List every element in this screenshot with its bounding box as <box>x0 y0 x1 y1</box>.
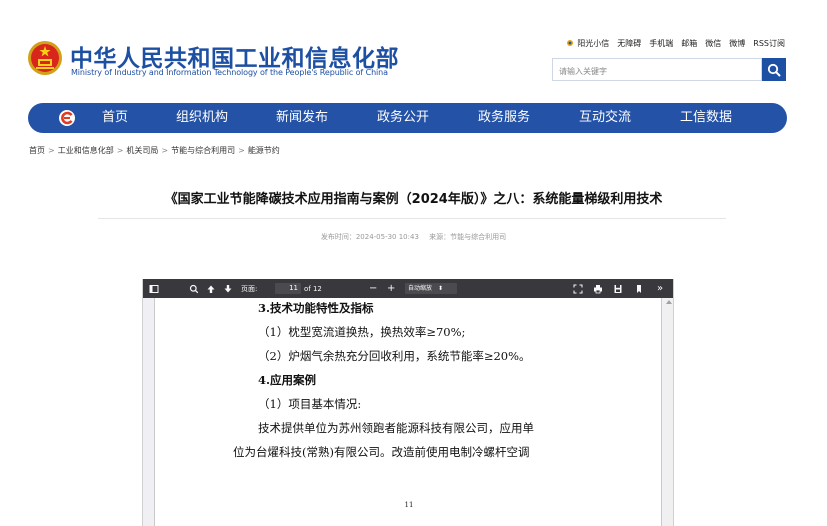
article-title: 《国家工业节能降碳技术应用指南与案例（2024年版）》之八：系统能量梯级利用技术 <box>164 192 663 207</box>
nav-item-data[interactable]: 工信数据 <box>680 103 732 133</box>
zoom-out-button[interactable]: − <box>369 279 377 298</box>
breadcrumb: 首页 > 工业和信息化部 > 机关司局 > 节能与综合利用司 > 能源节约 <box>29 145 280 156</box>
arrow-down-icon <box>224 284 232 292</box>
search-box <box>552 58 762 82</box>
breadcrumb-item[interactable]: 能源节约 <box>248 146 280 155</box>
print-icon <box>594 284 602 293</box>
article-meta: 发布时间：2024-05-30 10:43 来源：节能与综合利用司 <box>0 232 827 242</box>
breadcrumb-separator: > <box>238 146 245 155</box>
site-subtitle: Ministry of Industry and Information Tec… <box>71 68 388 77</box>
save-icon <box>614 284 622 293</box>
publish-time: 发布时间：2024-05-30 10:43 <box>320 233 419 241</box>
top-link-accessibility[interactable]: 无障碍 <box>617 38 641 49</box>
top-link-label: 阳光小信 <box>577 39 610 48</box>
pdf-heading: 3.技术功能特性及指标 <box>258 301 374 315</box>
nav-item-home[interactable]: 首页 <box>102 103 128 133</box>
search-input[interactable] <box>553 61 761 82</box>
page-number-field[interactable]: 11 <box>275 279 301 298</box>
nav-item-organization[interactable]: 组织机构 <box>176 103 228 133</box>
zoom-select-label: 自动缩放 <box>408 285 433 292</box>
chevron-down-icon: ⬍ <box>437 285 443 292</box>
page-total: of 12 <box>304 284 322 293</box>
pdf-page-number: 11 <box>404 501 414 509</box>
sun-icon <box>567 40 574 46</box>
top-link-sunshine[interactable]: 阳光小信 <box>566 38 609 49</box>
page-label: 页面: <box>241 284 258 293</box>
article-source: 来源：节能与综合利用司 <box>429 233 507 241</box>
bookmark-icon <box>637 284 641 293</box>
title-divider <box>98 218 726 219</box>
pdf-page: 3.技术功能特性及指标 （1）枕型宽流道换热，换热效率≥70%; （2）炉烟气余… <box>154 298 662 526</box>
top-link-mobile[interactable]: 手机端 <box>649 38 673 49</box>
sidebar-toggle-button[interactable] <box>149 279 159 298</box>
pdf-viewer: 页面: 11 of 12 − + 自动缩放 ⬍ » 3.技术功能特性及指标 （1… <box>142 279 674 526</box>
search-icon <box>767 63 781 76</box>
pdf-text-line: 技术提供单位为苏州领跑者能源科技有限公司，应用单 <box>258 421 534 435</box>
breadcrumb-item[interactable]: 工业和信息化部 <box>58 146 114 155</box>
breadcrumb-item[interactable]: 首页 <box>29 146 45 155</box>
previous-page-button[interactable] <box>206 279 216 298</box>
find-button[interactable] <box>189 279 199 298</box>
pdf-text-line: （1）项目基本情况: <box>258 397 362 411</box>
nav-item-government-services[interactable]: 政务服务 <box>478 103 530 133</box>
top-link-wechat[interactable]: 微信 <box>705 38 721 49</box>
pdf-heading: 4.应用案例 <box>258 373 317 387</box>
pdf-toolbar: 页面: 11 of 12 − + 自动缩放 ⬍ » <box>143 279 673 298</box>
top-link-rss[interactable]: RSS订阅 <box>753 38 785 49</box>
bookmark-button[interactable] <box>634 279 644 298</box>
top-link-weibo[interactable]: 微博 <box>729 38 745 49</box>
breadcrumb-item[interactable]: 机关司局 <box>126 146 158 155</box>
national-emblem-icon[interactable] <box>27 40 63 76</box>
fullscreen-icon <box>573 284 583 293</box>
breadcrumb-item[interactable]: 节能与综合利用司 <box>171 146 235 155</box>
ministry-logo-icon[interactable] <box>58 109 76 127</box>
site-header: 中华人民共和国工业和信息化部 Ministry of Industry and … <box>0 0 827 100</box>
top-link-mail[interactable]: 邮箱 <box>681 38 697 49</box>
zoom-in-button[interactable]: + <box>387 279 395 298</box>
breadcrumb-separator: > <box>161 146 169 155</box>
breadcrumb-separator: > <box>48 146 55 155</box>
zoom-select[interactable]: 自动缩放 ⬍ <box>405 279 457 298</box>
top-links: 阳光小信 无障碍 手机端 邮箱 微信 微博 RSS订阅 <box>566 38 785 49</box>
nav-item-government-affairs[interactable]: 政务公开 <box>377 103 429 133</box>
page-number-input[interactable]: 11 <box>275 283 301 294</box>
nav-item-interaction[interactable]: 互动交流 <box>579 103 631 133</box>
presentation-mode-button[interactable] <box>573 279 583 298</box>
pdf-scrollbar[interactable] <box>665 298 673 526</box>
nav-item-news[interactable]: 新闻发布 <box>276 103 328 133</box>
sidebar-icon <box>149 284 159 293</box>
tools-button[interactable]: » <box>657 279 663 298</box>
arrow-up-icon <box>207 285 215 293</box>
search-button[interactable] <box>762 58 786 81</box>
search-icon <box>189 284 199 293</box>
pdf-text-line: （1）枕型宽流道换热，换热效率≥70%; <box>258 325 466 339</box>
download-button[interactable] <box>613 279 623 298</box>
main-nav: 首页 组织机构 新闻发布 政务公开 政务服务 互动交流 工信数据 <box>28 103 787 133</box>
pdf-text-line: 位为台燿科技(常熟)有限公司。改造前使用电制冷螺杆空调 <box>233 445 530 459</box>
breadcrumb-separator: > <box>116 146 124 155</box>
zoom-select-value[interactable]: 自动缩放 ⬍ <box>405 283 457 294</box>
scroll-up-arrow-icon[interactable] <box>666 300 672 304</box>
print-button[interactable] <box>593 279 603 298</box>
pdf-text-line: （2）炉烟气余热充分回收利用，系统节能率≥20%。 <box>258 349 531 363</box>
next-page-button[interactable] <box>223 279 233 298</box>
